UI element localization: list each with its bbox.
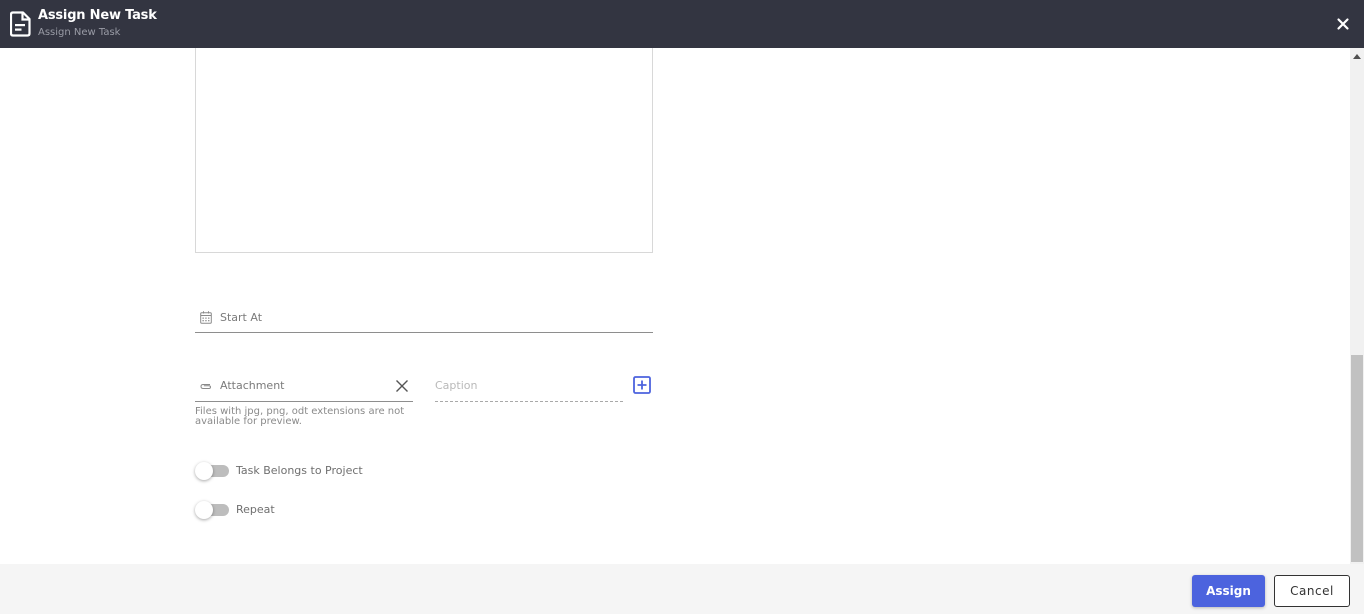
- start-at-field[interactable]: Start At: [195, 306, 653, 333]
- calendar-icon: [200, 311, 212, 324]
- scroll-up-arrow-icon[interactable]: [1353, 54, 1361, 59]
- vertical-scrollbar[interactable]: [1350, 48, 1364, 564]
- description-editor[interactable]: [195, 48, 653, 253]
- task-belongs-to-project-toggle[interactable]: [195, 462, 229, 480]
- dialog-body: Start At Attachment Caption Files with j…: [0, 48, 1350, 564]
- scrollbar-thumb[interactable]: [1351, 355, 1363, 562]
- attachment-helper-text: Files with jpg, png, odt extensions are …: [195, 406, 405, 427]
- caption-input[interactable]: Caption: [435, 374, 623, 402]
- close-icon[interactable]: [1336, 17, 1350, 31]
- assign-button[interactable]: Assign: [1192, 575, 1265, 607]
- repeat-toggle[interactable]: [195, 501, 229, 519]
- paperclip-icon: [200, 384, 212, 389]
- plus-square-icon[interactable]: [633, 376, 651, 394]
- attachment-field[interactable]: Attachment: [195, 374, 413, 402]
- dialog-title: Assign New Task: [38, 8, 157, 23]
- repeat-label: Repeat: [236, 503, 275, 516]
- dialog-header: Assign New Task Assign New Task: [0, 0, 1364, 48]
- document-icon: [10, 11, 31, 37]
- attachment-label: Attachment: [220, 379, 285, 392]
- start-at-label: Start At: [220, 311, 263, 324]
- dialog-footer: Assign Cancel: [0, 564, 1364, 614]
- caption-placeholder: Caption: [435, 379, 478, 392]
- clear-attachment-icon[interactable]: [395, 379, 409, 393]
- toggle-knob: [195, 501, 213, 519]
- toggle-knob: [195, 462, 213, 480]
- task-belongs-to-project-label: Task Belongs to Project: [236, 464, 363, 477]
- dialog-subtitle: Assign New Task: [38, 27, 121, 38]
- cancel-button[interactable]: Cancel: [1274, 575, 1350, 607]
